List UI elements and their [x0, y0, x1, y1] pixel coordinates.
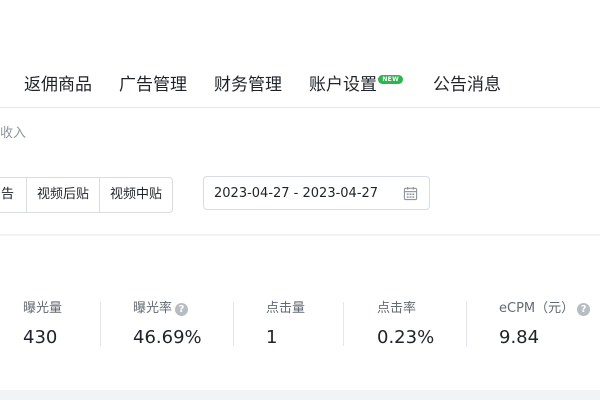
date-range-value: 2023-04-27 - 2023-04-27 — [214, 185, 379, 201]
new-badge: NEW — [378, 75, 403, 84]
stat-value: 430 — [23, 327, 58, 348]
segment-video-post-roll[interactable]: 视频后贴 — [27, 178, 101, 212]
stat-label: eCPM（元） — [499, 301, 575, 316]
stat-ecpm: eCPM（元） ? 9.84 — [499, 300, 591, 352]
stats-card: 曝光量 430 曝光率 ? 46.69% 点击量 1 点击率 0.23% eCP… — [0, 236, 600, 390]
page: 返佣商品 广告管理 财务管理 账户设置 NEW 公告消息 收入 告 视频后贴 视… — [0, 0, 600, 400]
calendar-icon — [403, 186, 418, 201]
stat-click-rate: 点击率 0.23% — [377, 300, 434, 352]
stat-label: 曝光率 — [133, 301, 173, 316]
nav-item-account-settings[interactable]: 账户设置 NEW — [309, 72, 403, 98]
help-icon[interactable]: ? — [577, 302, 591, 316]
top-navigation: 返佣商品 广告管理 财务管理 账户设置 NEW 公告消息 — [0, 0, 600, 108]
nav-item-announcements[interactable]: 公告消息 — [433, 72, 501, 98]
stat-value: 9.84 — [499, 327, 540, 348]
stat-label: 曝光量 — [23, 301, 63, 316]
stat-value: 0.23% — [377, 327, 435, 348]
stat-impressions: 曝光量 430 — [23, 300, 62, 352]
stat-clicks: 点击量 1 — [266, 300, 305, 352]
stat-value: 1 — [266, 327, 278, 348]
stat-value: 46.69% — [133, 327, 202, 348]
ad-type-segmented-control: 告 视频后贴 视频中贴 — [0, 177, 174, 213]
divider — [100, 302, 101, 346]
nav-item-account-settings-label: 账户设置 — [309, 75, 377, 95]
nav-item-finance[interactable]: 财务管理 — [214, 72, 282, 98]
divider — [466, 302, 467, 346]
filter-area: 收入 告 视频后贴 视频中贴 2023-04-27 - 2023-04-27 — [0, 108, 600, 234]
income-tab-label[interactable]: 收入 — [0, 122, 26, 141]
stat-label: 点击率 — [377, 301, 417, 316]
segment-video-mid-roll[interactable]: 视频中贴 — [100, 178, 172, 212]
help-icon[interactable]: ? — [175, 302, 189, 316]
stat-impression-rate: 曝光率 ? 46.69% — [133, 300, 202, 352]
nav-item-rebate-products[interactable]: 返佣商品 — [24, 72, 92, 98]
divider — [343, 302, 344, 346]
stat-label: 点击量 — [266, 301, 306, 316]
date-range-picker[interactable]: 2023-04-27 - 2023-04-27 — [203, 176, 430, 210]
nav-item-ad-management[interactable]: 广告管理 — [119, 72, 187, 98]
segment-ad-type-partial[interactable]: 告 — [0, 178, 27, 212]
nav-menu: 返佣商品 广告管理 财务管理 账户设置 NEW 公告消息 — [24, 72, 528, 98]
divider — [233, 302, 234, 346]
